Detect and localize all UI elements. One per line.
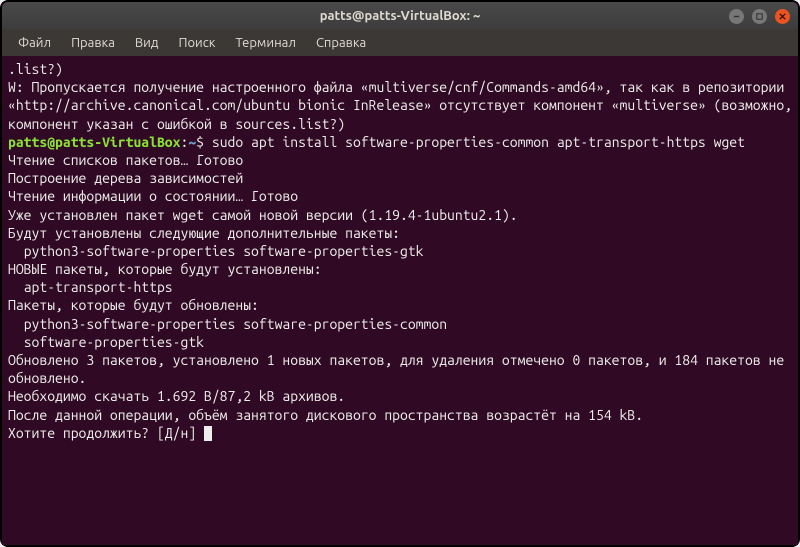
terminal-output-line: Обновлено 3 пакетов, установлено 1 новых… bbox=[8, 352, 792, 386]
terminal-body[interactable]: .list?) W: Пропускается получение настро… bbox=[2, 56, 798, 545]
terminal-output-line: python3-software-properties software-pro… bbox=[8, 316, 447, 332]
prompt-user: patts@patts-VirtualBox bbox=[8, 134, 180, 150]
terminal-window: patts@patts-VirtualBox: ~ Файл Правка Ви… bbox=[2, 2, 798, 545]
menu-file[interactable]: Файл bbox=[10, 33, 59, 53]
window-title: patts@patts-VirtualBox: ~ bbox=[320, 9, 481, 23]
terminal-output-line: Пакеты, которые будут обновлены: bbox=[8, 297, 259, 313]
terminal-input-prompt[interactable]: Хотите продолжить? [Д/н] bbox=[8, 425, 204, 441]
terminal-output-line: Уже установлен пакет wget самой новой ве… bbox=[8, 207, 518, 223]
terminal-output-line: Чтение информации о состоянии… Готово bbox=[8, 188, 298, 204]
terminal-output-line: НОВЫЕ пакеты, которые будут установлены: bbox=[8, 261, 322, 277]
menu-view[interactable]: Вид bbox=[127, 33, 167, 53]
terminal-prompt-line: patts@patts-VirtualBox:~$ sudo apt insta… bbox=[8, 134, 745, 150]
prompt-path: ~ bbox=[188, 134, 196, 150]
terminal-output-line: W: Пропускается получение настроенного ф… bbox=[8, 79, 798, 131]
menu-terminal[interactable]: Терминал bbox=[227, 33, 303, 53]
terminal-output-line: python3-software-properties software-pro… bbox=[8, 243, 424, 259]
menu-help[interactable]: Справка bbox=[308, 33, 374, 53]
terminal-output-line: Будут установлены следующие дополнительн… bbox=[8, 225, 400, 241]
maximize-icon bbox=[755, 12, 764, 21]
terminal-output-line: Чтение списков пакетов… Готово bbox=[8, 152, 243, 168]
close-button[interactable] bbox=[775, 9, 790, 24]
menu-edit[interactable]: Правка bbox=[63, 33, 123, 53]
command-text: sudo apt install software-properties-com… bbox=[212, 134, 745, 150]
minimize-button[interactable] bbox=[729, 9, 744, 24]
titlebar: patts@patts-VirtualBox: ~ bbox=[2, 2, 798, 30]
window-controls bbox=[729, 9, 790, 24]
menubar: Файл Правка Вид Поиск Терминал Справка bbox=[2, 30, 798, 56]
terminal-output-line: .list?) bbox=[8, 61, 63, 77]
menu-search[interactable]: Поиск bbox=[170, 33, 223, 53]
terminal-output-line: software-properties-gtk bbox=[8, 334, 204, 350]
terminal-output-line: Построение дерева зависимостей bbox=[8, 170, 243, 186]
terminal-output-line: apt-transport-https bbox=[8, 279, 173, 295]
maximize-button[interactable] bbox=[752, 9, 767, 24]
minimize-icon bbox=[732, 12, 741, 21]
terminal-output-line: Необходимо скачать 1.692 B/87,2 kB архив… bbox=[8, 388, 345, 404]
cursor bbox=[204, 426, 212, 441]
close-icon bbox=[778, 12, 787, 21]
terminal-output-line: После данной операции, объём занятого ди… bbox=[8, 407, 643, 423]
